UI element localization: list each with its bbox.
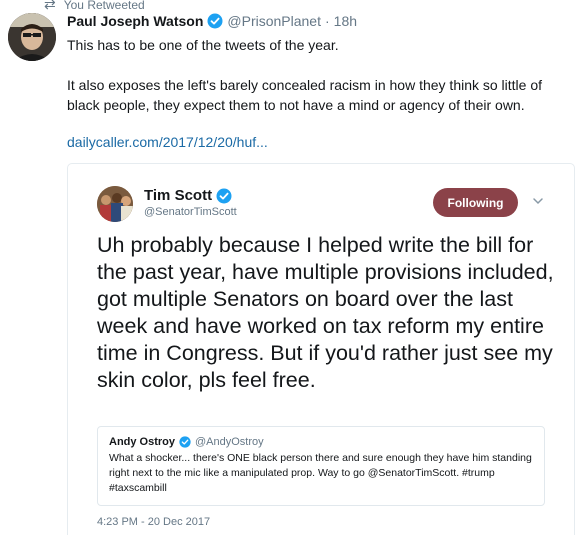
retweet-indicator: ⇄ You Retweeted xyxy=(44,0,145,13)
separator-dot: · xyxy=(324,13,330,29)
embedded-author-name[interactable]: Tim Scott xyxy=(144,187,212,204)
following-button[interactable]: Following xyxy=(433,188,518,217)
verified-badge-icon xyxy=(207,13,223,29)
tweet-header: Paul Joseph Watson @PrisonPlanet · 18h xyxy=(67,13,357,29)
retweet-label: You Retweeted xyxy=(63,0,145,12)
tweet-paragraph-2: It also exposes the left's barely concea… xyxy=(67,77,543,113)
tweet-time[interactable]: 18h xyxy=(334,13,357,29)
chevron-down-icon[interactable] xyxy=(531,194,545,208)
author-name[interactable]: Paul Joseph Watson xyxy=(67,13,203,29)
verified-badge-icon xyxy=(216,188,232,203)
embedded-handle[interactable]: @SenatorTimScott xyxy=(144,206,237,218)
quoted-tweet[interactable]: Andy Ostroy @AndyOstroy What a shocker..… xyxy=(97,426,545,506)
embedded-tweet-card[interactable]: Tim Scott @SenatorTimScott Following Uh … xyxy=(67,163,575,535)
tweet-paragraph-1: This has to be one of the tweets of the … xyxy=(67,37,339,53)
avatar[interactable] xyxy=(8,13,56,61)
quoted-tweet-header: Andy Ostroy @AndyOstroy xyxy=(109,436,533,448)
retweet-icon: ⇄ xyxy=(44,0,56,12)
quoted-author-name[interactable]: Andy Ostroy xyxy=(109,436,175,448)
embedded-avatar[interactable] xyxy=(97,186,133,222)
article-link[interactable]: dailycaller.com/2017/12/20/huf... xyxy=(67,134,268,150)
embedded-author[interactable]: Tim Scott xyxy=(144,187,236,204)
quoted-author-handle[interactable]: @AndyOstroy xyxy=(195,436,264,448)
verified-badge-icon xyxy=(179,436,191,448)
embedded-timestamp[interactable]: 4:23 PM - 20 Dec 2017 xyxy=(97,516,210,528)
embedded-tweet-text: Uh probably because I helped write the b… xyxy=(97,233,554,392)
tweet-text: This has to be one of the tweets of the … xyxy=(67,35,567,115)
quoted-tweet-text: What a shocker... there's ONE black pers… xyxy=(109,452,532,494)
author-handle[interactable]: @PrisonPlanet xyxy=(227,13,321,29)
